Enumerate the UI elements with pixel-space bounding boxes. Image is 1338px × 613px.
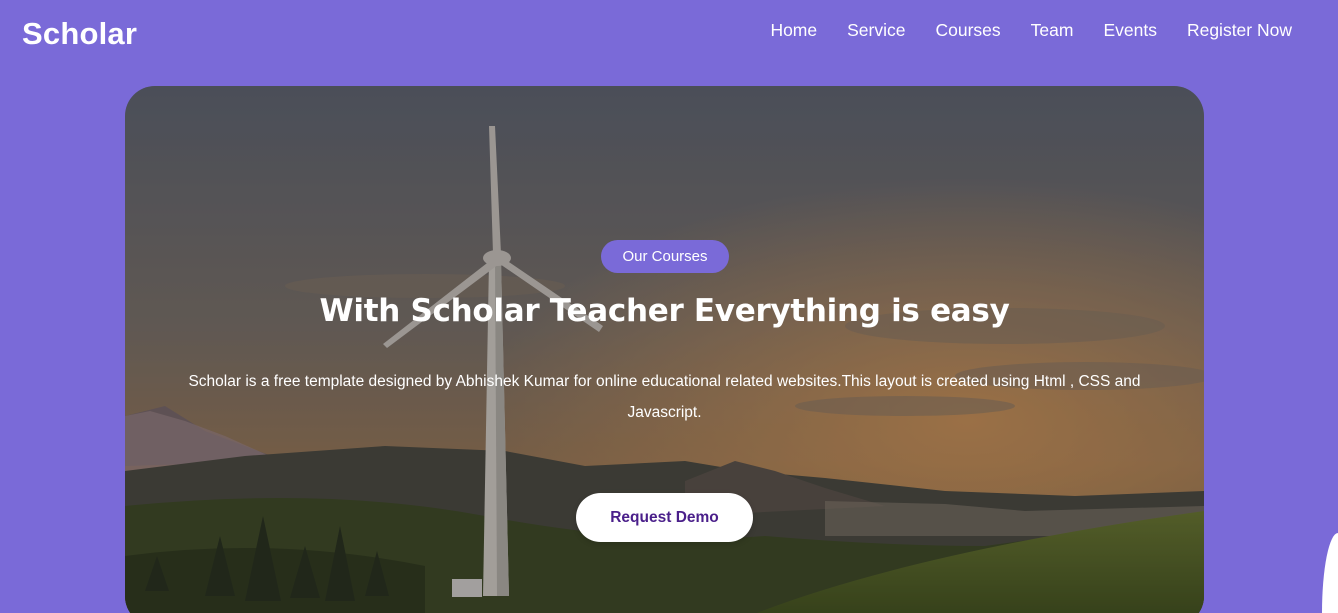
hero-title: With Scholar Teacher Everything is easy bbox=[319, 293, 1010, 329]
nav-team[interactable]: Team bbox=[1031, 20, 1074, 41]
nav-courses[interactable]: Courses bbox=[935, 20, 1000, 41]
page-edge-curve bbox=[1322, 533, 1338, 613]
request-demo-button[interactable]: Request Demo bbox=[576, 493, 753, 542]
header: Scholar Home Service Courses Team Events… bbox=[0, 0, 1338, 72]
site-logo[interactable]: Scholar bbox=[22, 16, 137, 52]
nav-events[interactable]: Events bbox=[1103, 20, 1157, 41]
hero-banner: Our Courses With Scholar Teacher Everyth… bbox=[125, 86, 1204, 613]
main-nav: Home Service Courses Team Events Registe… bbox=[770, 20, 1292, 41]
hero-description: Scholar is a free template designed by A… bbox=[188, 373, 1141, 421]
nav-register-now[interactable]: Register Now bbox=[1187, 20, 1292, 41]
nav-home[interactable]: Home bbox=[770, 20, 817, 41]
category-badge: Our Courses bbox=[601, 240, 729, 273]
nav-service[interactable]: Service bbox=[847, 20, 905, 41]
hero-content: Our Courses With Scholar Teacher Everyth… bbox=[125, 86, 1204, 613]
